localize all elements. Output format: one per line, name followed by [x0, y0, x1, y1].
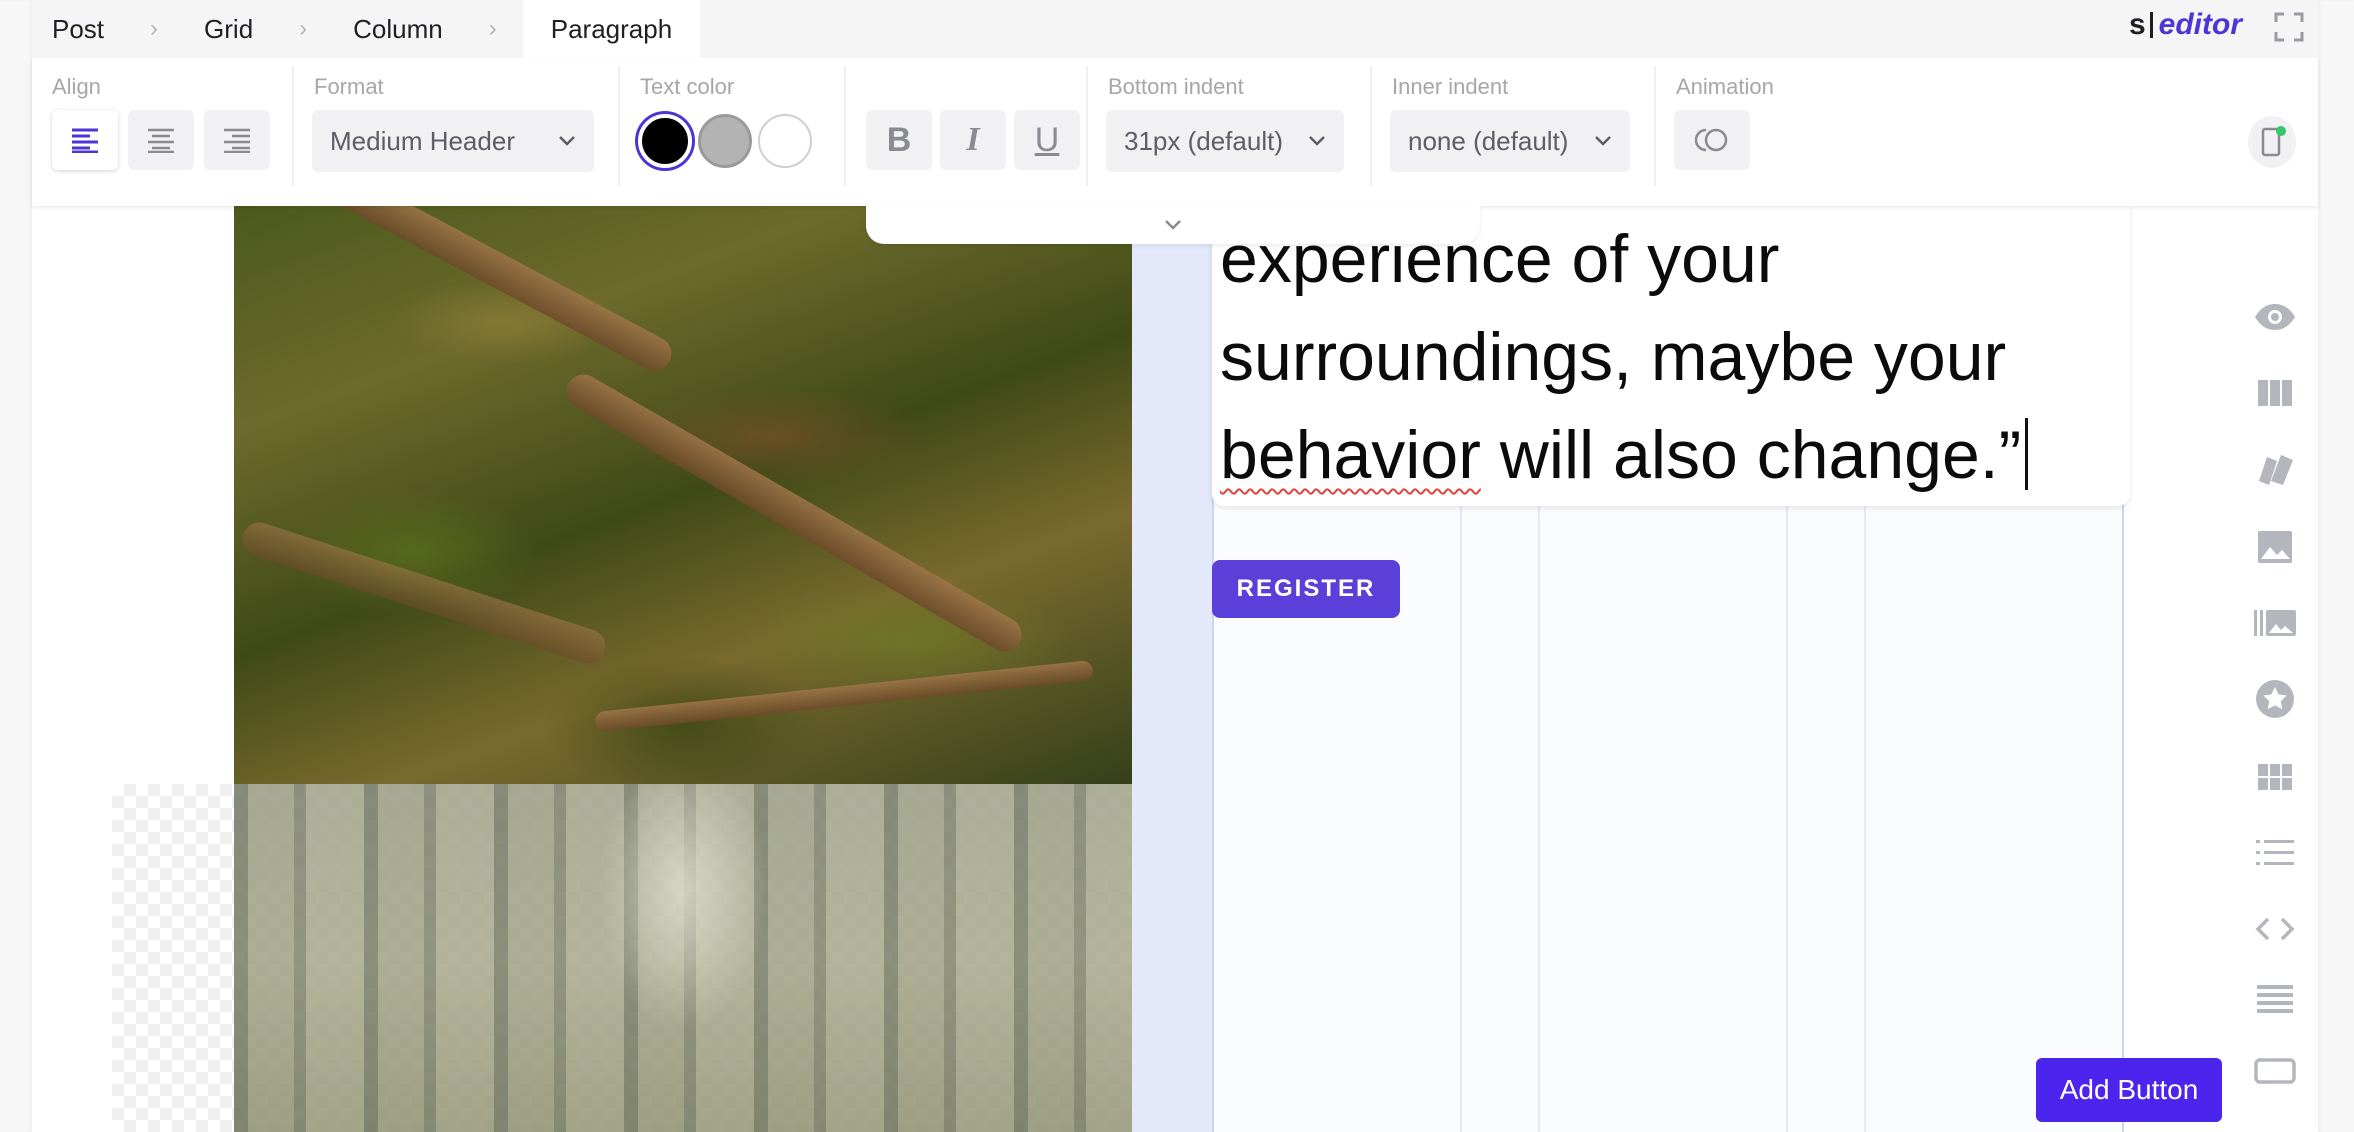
image-icon [2258, 531, 2292, 563]
forest-logs-image[interactable] [234, 206, 1132, 784]
grid-icon [2258, 764, 2292, 790]
block-insert-rail [2240, 206, 2310, 1132]
align-center-button[interactable] [128, 110, 194, 170]
grid-block-button[interactable] [2248, 750, 2302, 804]
preview-button[interactable] [2248, 290, 2302, 344]
italic-button[interactable]: I [940, 110, 1006, 170]
chevron-down-icon [1595, 136, 1611, 146]
gallery-icon [2254, 610, 2296, 636]
code-block-button[interactable] [2248, 902, 2302, 956]
animation-label: Animation [1676, 74, 1774, 99]
bottom-indent-label: Bottom indent [1108, 74, 1244, 99]
breadcrumb-post[interactable]: Post [32, 0, 124, 58]
gallery-block-button[interactable] [2248, 596, 2302, 650]
columns-block-button[interactable] [2248, 366, 2302, 420]
animation-group: Animation [1656, 58, 1856, 206]
text-color-group: Text color [620, 58, 844, 206]
inner-indent-value: none (default) [1408, 125, 1569, 156]
text-caret [2025, 418, 2029, 490]
breadcrumb-column[interactable]: Column [333, 0, 463, 58]
right-align-icon [224, 128, 250, 153]
forest-path-image[interactable] [234, 784, 1132, 1132]
underline-icon: U [1034, 120, 1060, 159]
button-icon [2254, 1058, 2296, 1084]
brand-bar [2149, 12, 2153, 38]
brand-prefix: s [2128, 8, 2146, 41]
chevron-down-icon [1309, 136, 1325, 146]
code-icon [2255, 917, 2295, 941]
chevron-right-icon: › [488, 15, 497, 42]
bottom-indent-value: 31px (default) [1124, 125, 1283, 156]
chevron-down-icon [1165, 220, 1181, 230]
format-toolbar: Align Format Medium Header Text color B … [32, 58, 2318, 206]
format-group: Format Medium Header [294, 58, 618, 206]
editor-window: Post › Grid › Column › Paragraph s edito… [0, 0, 2354, 1132]
paragraph-block[interactable]: experience of your surroundings, maybe y… [1212, 206, 2130, 506]
bold-icon: B [886, 120, 912, 159]
text-color-label: Text color [640, 74, 735, 99]
toolbar-collapse-tab[interactable] [866, 206, 1480, 244]
eye-icon [2255, 304, 2295, 330]
italic-icon: I [966, 121, 980, 158]
align-left-button[interactable] [52, 110, 118, 170]
columns-icon [2258, 380, 2292, 406]
quote-line[interactable]: surroundings, maybe your [1220, 308, 2130, 406]
rows-icon [2257, 985, 2293, 1013]
add-button[interactable]: Add Button [2036, 1058, 2222, 1122]
animation-icon [1694, 128, 1728, 152]
list-block-button[interactable] [2248, 826, 2302, 880]
inner-indent-group: Inner indent none (default) [1372, 58, 1654, 206]
quote-line-rest: will also change.” [1480, 417, 2022, 493]
breadcrumb-grid[interactable]: Grid [184, 0, 273, 58]
text-style-group: B I U [846, 58, 1086, 206]
align-label: Align [52, 74, 101, 99]
mobile-preview-button[interactable] [2248, 116, 2296, 168]
format-label: Format [314, 74, 384, 99]
fullscreen-icon[interactable] [2274, 12, 2304, 42]
inner-indent-select[interactable]: none (default) [1390, 110, 1630, 172]
breadcrumb: Post › Grid › Column › Paragraph s edito… [32, 0, 2318, 58]
align-group: Align [32, 58, 292, 206]
page-canvas: experience of your surroundings, maybe y… [32, 206, 2318, 1132]
chevron-down-icon [559, 136, 575, 146]
align-right-button[interactable] [204, 110, 270, 170]
bold-button[interactable]: B [866, 110, 932, 170]
format-value: Medium Header [330, 125, 515, 156]
rows-block-button[interactable] [2248, 972, 2302, 1026]
brand-name: editor [2158, 8, 2242, 41]
list-icon [2256, 840, 2294, 865]
underline-button[interactable]: U [1014, 110, 1080, 170]
button-block-button[interactable] [2248, 1044, 2302, 1098]
color-swatch-gray[interactable] [698, 114, 752, 168]
brand-logo: s editor [2129, 8, 2242, 42]
image-detail [594, 659, 1094, 733]
image-block-button[interactable] [2248, 520, 2302, 574]
quote-line-last[interactable]: behavior will also change.” [1220, 406, 2130, 504]
right-gutter [2318, 0, 2354, 1132]
mobile-icon [2261, 126, 2286, 157]
chevron-right-icon: › [150, 15, 159, 42]
image-detail [238, 518, 610, 668]
color-swatch-black[interactable] [638, 114, 692, 168]
format-select[interactable]: Medium Header [312, 110, 594, 172]
breadcrumb-paragraph[interactable]: Paragraph [522, 0, 701, 58]
image-detail [290, 206, 678, 377]
misspelled-word[interactable]: behavior [1220, 417, 1481, 493]
left-gutter [0, 0, 32, 1132]
inner-indent-label: Inner indent [1392, 74, 1509, 99]
cards-block-button[interactable] [2248, 442, 2302, 496]
bottom-indent-select[interactable]: 31px (default) [1106, 110, 1344, 172]
chevron-right-icon: › [299, 15, 308, 42]
color-swatch-white[interactable] [758, 114, 812, 168]
icon-block-button[interactable] [2248, 672, 2302, 726]
column-gap-highlight [1132, 206, 1212, 1132]
bottom-indent-group: Bottom indent 31px (default) [1088, 58, 1370, 206]
register-button[interactable]: REGISTER [1212, 560, 1400, 618]
cards-icon [2259, 455, 2293, 485]
left-align-icon [72, 128, 98, 153]
animation-button[interactable] [1674, 110, 1750, 170]
image-detail [560, 368, 1028, 658]
center-align-icon [148, 128, 174, 153]
star-icon [2256, 680, 2294, 718]
